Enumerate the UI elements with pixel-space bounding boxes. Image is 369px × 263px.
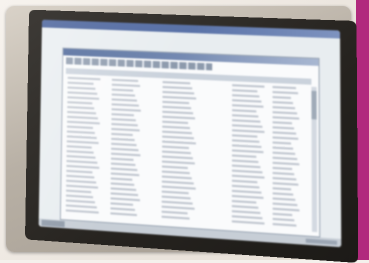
monitor-screen bbox=[38, 19, 342, 248]
magenta-side-bar bbox=[356, 0, 369, 260]
crt-monitor bbox=[6, 6, 359, 263]
monitor-bezel bbox=[25, 9, 359, 263]
screen-glare bbox=[38, 19, 342, 248]
